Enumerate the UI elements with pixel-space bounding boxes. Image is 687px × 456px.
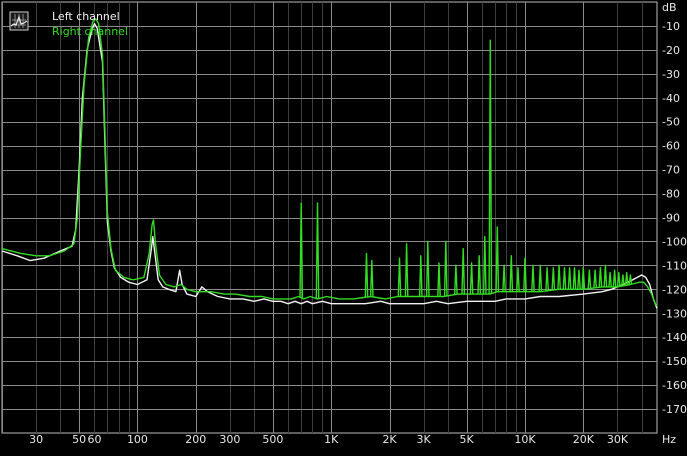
x-tick-label: 30K <box>607 433 629 446</box>
legend-label-right: Right channel <box>52 25 128 38</box>
y-tick-label: -100 <box>662 235 687 248</box>
x-tick-label: 500 <box>262 433 283 446</box>
y-tick-label: -30 <box>662 68 680 81</box>
chart-svg: -10 -20 -30 -40 -50 -60 -70 -80 -90 -100 -110 -120 -… <box>1 1 687 446</box>
y-tick-label: -90 <box>662 212 680 225</box>
x-tick-label: 5K <box>460 433 475 446</box>
y-tick-label: -160 <box>662 379 687 392</box>
y-tick-label: -120 <box>662 283 687 296</box>
x-tick-label: 3K <box>417 433 432 446</box>
plot-area <box>1 1 658 434</box>
y-tick-label: -150 <box>662 355 687 368</box>
y-unit-label: dB <box>662 1 677 14</box>
x-tick-label: 100 <box>127 433 148 446</box>
x-tick-label: 200 <box>185 433 206 446</box>
x-tick-label: 60 <box>87 433 101 446</box>
y-tick-label: -20 <box>662 44 680 57</box>
spectrum-chart: -10 -20 -30 -40 -50 -60 -70 -80 -90 -100 -110 -120 -… <box>0 0 687 451</box>
x-tick-label: 300 <box>219 433 240 446</box>
y-tick-labels: -10 -20 -30 -40 -50 -60 -70 -80 -90 -100 -110 -120 -… <box>662 20 687 416</box>
y-tick-label: -40 <box>662 92 680 105</box>
x-tick-label: 10K <box>514 433 536 446</box>
x-tick-labels: 30 50 60 100 200 300 500 1K 2K 3K 5K 10K 20K 30K <box>29 433 629 446</box>
y-tick-label: -140 <box>662 331 687 344</box>
y-tick-label: -50 <box>662 116 680 129</box>
y-tick-label: -70 <box>662 164 680 177</box>
legend-label-left: Left channel <box>52 10 120 23</box>
y-tick-label: -110 <box>662 259 687 272</box>
y-tick-label: -10 <box>662 20 680 33</box>
x-tick-label: 50 <box>72 433 86 446</box>
x-tick-label: 1K <box>324 433 339 446</box>
y-tick-label: -130 <box>662 307 687 320</box>
y-tick-label: -80 <box>662 188 680 201</box>
x-unit-label: Hz <box>662 433 676 446</box>
x-tick-label: 2K <box>382 433 397 446</box>
y-tick-label: -60 <box>662 140 680 153</box>
y-tick-label: -170 <box>662 403 687 416</box>
x-tick-label: 30 <box>29 433 43 446</box>
x-tick-label: 20K <box>573 433 595 446</box>
